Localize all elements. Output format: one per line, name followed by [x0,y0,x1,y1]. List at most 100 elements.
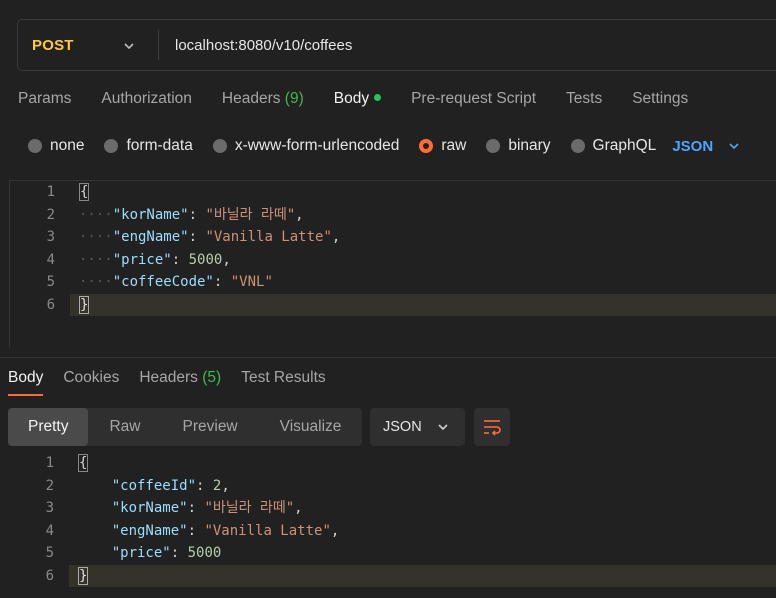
json-end: , [222,251,231,268]
tab-body[interactable]: Body [333,90,382,110]
json-sep: : [171,251,189,268]
request-tabs: Params Authorization Headers (9) Body Pr… [18,90,718,110]
tab-label: Test Results [241,369,326,386]
json-sep: : [188,206,206,223]
response-format-select[interactable]: JSON [370,408,465,446]
method-select[interactable]: POST [18,20,158,70]
view-raw-button[interactable]: Raw [88,408,161,446]
request-body-editor[interactable]: 1 { 2 ····"korName": "바닐라 라떼", 3 ····"en… [9,180,776,348]
close-brace: } [78,566,89,585]
radio-raw[interactable]: raw [419,137,466,155]
tab-label: Params [18,90,72,107]
code-line: 5 "price": 5000 [9,542,776,565]
line-number: 3 [46,229,55,245]
chevron-down-icon [438,424,448,431]
code-line: 1 { [10,181,776,204]
radio-label: binary [508,137,551,154]
radio-icon [104,139,119,153]
body-format-select[interactable]: JSON [672,138,741,155]
wrap-lines-icon [484,420,501,436]
tab-label: Body [333,90,370,107]
json-key: "korName" [112,206,189,223]
line-number: 1 [45,455,54,471]
radio-label: GraphQL [592,137,657,154]
tab-label: Cookies [63,369,120,386]
radio-none[interactable]: none [28,137,84,155]
json-sep: : [170,545,188,561]
modified-dot-icon [374,94,382,101]
radio-icon [486,139,501,153]
radio-binary[interactable]: binary [486,137,551,155]
view-preview-button[interactable]: Preview [162,408,259,446]
tab-label: Settings [632,90,689,107]
json-end: , [295,206,304,223]
wrap-lines-button[interactable] [474,408,510,446]
resp-tab-cookies[interactable]: Cookies [63,369,119,387]
response-format-label: JSON [383,419,422,435]
radio-form-data[interactable]: form-data [104,137,193,155]
json-sep: : [187,522,205,539]
radio-icon [570,139,585,153]
line-number: 2 [46,206,55,223]
json-sep: : [213,274,231,290]
resp-tab-test-results[interactable]: Test Results [241,369,325,387]
view-pretty-button[interactable]: Pretty [8,408,89,446]
body-type-options: none form-data x-www-form-urlencoded raw… [28,135,741,157]
response-tabs: Body Cookies Headers (5) Test Results [8,369,346,396]
json-key: "korName" [111,500,188,516]
code-line: 1 { [9,452,776,475]
json-key: "price" [112,251,172,268]
method-label: POST [32,36,74,54]
tab-pre-request-script[interactable]: Pre-request Script [411,90,536,110]
radio-label: form-data [126,137,193,154]
chevron-down-icon [729,143,739,150]
chevron-down-icon [124,43,134,50]
tab-params[interactable]: Params [18,90,71,110]
view-mode-toggle: Pretty Raw Preview Visualize [8,408,363,446]
radio-graphql[interactable]: GraphQL [570,137,657,155]
url-input[interactable]: localhost:8080/v10/coffees [159,37,352,54]
pane-divider[interactable] [0,357,776,358]
response-body-viewer[interactable]: 1 { 2 "coffeeId": 2, 3 "korName": "바닐라 라… [9,452,776,598]
view-visualize-button[interactable]: Visualize [259,408,363,446]
open-brace: { [79,183,90,201]
code-line: 4 "engName": "Vanilla Latte", [9,520,776,543]
json-key: "price" [111,545,171,561]
code-line: 4 ····"price": 5000, [10,249,776,272]
json-sep: : [188,229,206,245]
tab-tests[interactable]: Tests [566,90,602,110]
code-line-current: 6 } [10,293,776,316]
line-number: 6 [9,564,54,587]
tab-label: Authorization [101,90,192,107]
json-key: "coffeeCode" [112,274,214,290]
tab-authorization[interactable]: Authorization [101,90,191,110]
line-number: 2 [45,477,54,494]
radio-x-www-form-urlencoded[interactable]: x-www-form-urlencoded [212,137,399,155]
request-bar: POST localhost:8080/v10/coffees [17,19,776,71]
tab-settings[interactable]: Settings [632,90,688,110]
json-value: 5000 [187,545,222,561]
tab-label: Tests [566,90,603,107]
code-line: 3 ····"engName": "Vanilla Latte", [10,226,776,249]
line-number: 4 [46,251,55,268]
close-brace: } [79,295,90,314]
code-line: 3 "korName": "바닐라 라떼", [9,497,776,520]
resp-tab-body[interactable]: Body [8,369,44,396]
json-value: "바닐라 라떼" [205,206,296,223]
radio-label: raw [441,137,467,154]
radio-selected-icon [419,139,434,153]
tab-headers[interactable]: Headers (9) [222,90,304,110]
tab-label: Body [8,369,44,386]
json-key: "engName" [111,522,188,539]
line-number: 3 [45,500,54,516]
tab-label: Pre-request Script [411,90,537,107]
resp-tab-headers[interactable]: Headers (5) [139,369,221,387]
line-number: 1 [46,184,55,200]
line-number: 6 [10,293,55,316]
json-key: "coffeeId" [111,477,197,494]
code-line-current: 6 } [9,564,776,587]
tab-label: Headers [221,90,281,107]
radio-icon [212,139,227,153]
code-line: 2 ····"korName": "바닐라 라떼", [10,204,776,227]
json-end: , [331,229,341,245]
